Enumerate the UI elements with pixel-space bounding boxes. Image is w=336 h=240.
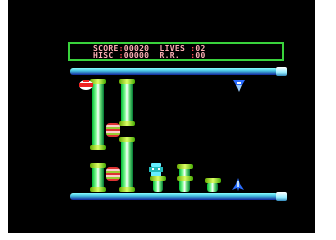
enemy-drone-icon [233, 80, 245, 92]
hud-panel: SCORE:00020 LIVES :02 HISC :00000 R.R. :… [68, 42, 284, 61]
rr-label: R.R. [159, 51, 180, 60]
hud-row-2: HISC :00000 R.R. :00 [93, 51, 206, 60]
ceiling-rail-endcap [276, 67, 287, 76]
pipe-band [177, 164, 193, 169]
enemy-drone-icon [79, 80, 93, 90]
floor-rail [70, 193, 278, 200]
pipe-band [119, 121, 135, 126]
player-ship-icon [232, 178, 244, 191]
pipe-stub [207, 182, 218, 192]
pipe-band [177, 176, 193, 181]
pipe-band [119, 137, 135, 142]
alien-robot-icon [149, 163, 163, 176]
pipe-band [90, 145, 106, 150]
game-screen: SCORE:00020 LIVES :02 HISC :00000 R.R. :… [8, 0, 315, 233]
hisc-value: 00000 [123, 51, 150, 60]
pipe-band [205, 178, 221, 183]
pipe-band [119, 79, 135, 84]
pipe-band [90, 163, 106, 168]
floor-rail-endcap [276, 192, 287, 201]
ceiling-rail [70, 68, 278, 75]
rr-value: 00 [195, 51, 206, 60]
pipe-column-right-lower [121, 138, 133, 192]
crab-pod-icon [106, 123, 120, 137]
pipe-column-right-upper [121, 80, 133, 125]
crab-pod-icon [106, 167, 120, 181]
pipe-band [119, 187, 135, 192]
pipe-band [90, 187, 106, 192]
hisc-label: HISC [93, 51, 114, 60]
